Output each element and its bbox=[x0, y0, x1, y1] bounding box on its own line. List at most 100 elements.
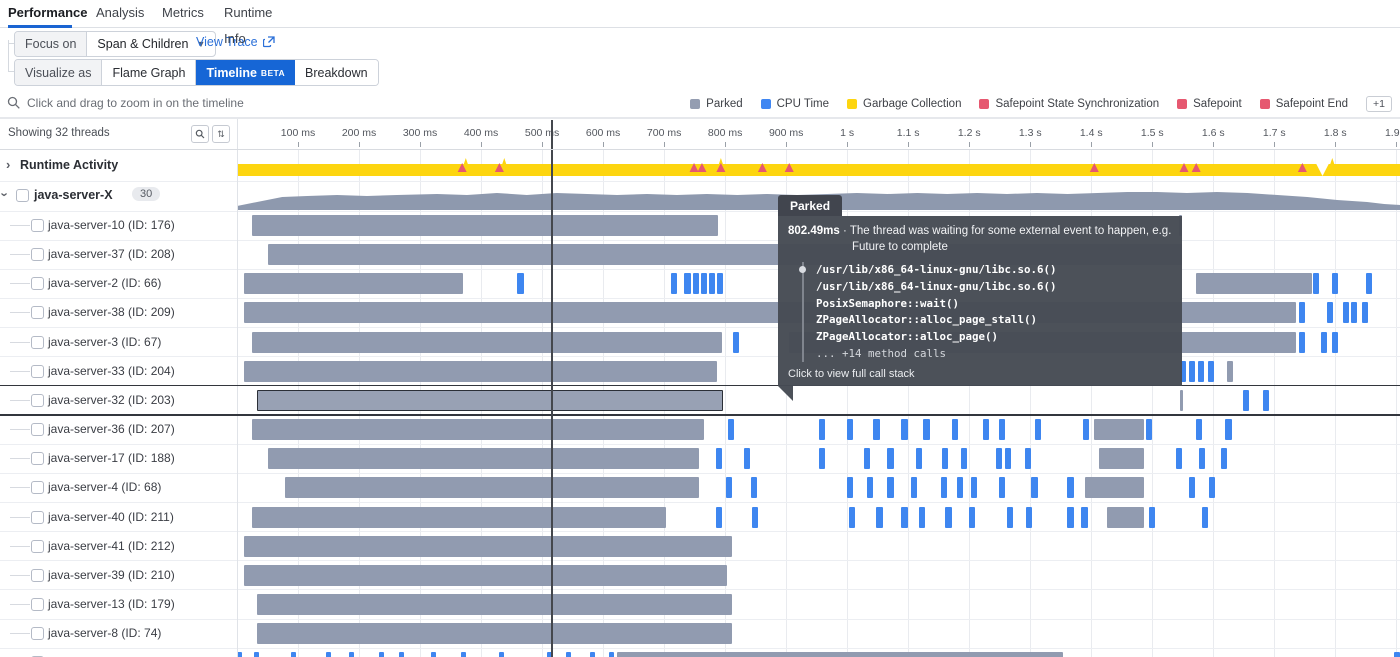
timeline-span[interactable] bbox=[616, 652, 1063, 657]
visualize-flame-graph-button[interactable]: Flame Graph bbox=[102, 60, 197, 85]
timeline-span[interactable] bbox=[252, 331, 723, 353]
thread-checkbox[interactable] bbox=[31, 597, 44, 611]
timeline-span[interactable] bbox=[819, 419, 826, 441]
timeline-span[interactable] bbox=[252, 215, 719, 236]
legend-item-garbage-collection[interactable]: Garbage Collection bbox=[847, 98, 961, 110]
thread-row[interactable]: java-server-41 (ID: 212) bbox=[0, 532, 237, 561]
timeline-span[interactable] bbox=[945, 506, 952, 528]
timeline-span[interactable] bbox=[243, 360, 717, 382]
thread-checkbox[interactable] bbox=[31, 364, 44, 378]
timeline-span[interactable] bbox=[942, 448, 949, 470]
timeline-span[interactable] bbox=[1067, 477, 1074, 499]
timeline-span[interactable] bbox=[708, 273, 715, 295]
timeline-span[interactable] bbox=[728, 419, 735, 441]
timeline-span[interactable] bbox=[1031, 477, 1038, 499]
timeline-span[interactable] bbox=[751, 477, 758, 499]
thread-group-checkbox[interactable] bbox=[16, 189, 29, 202]
timeline-span[interactable] bbox=[847, 477, 854, 499]
thread-group-row[interactable]: › java-server-X 30 bbox=[0, 181, 237, 210]
timeline-span[interactable] bbox=[1365, 273, 1372, 295]
timeline-span[interactable] bbox=[999, 419, 1006, 441]
timeline-span[interactable] bbox=[1207, 360, 1214, 382]
timeline-span[interactable] bbox=[243, 535, 732, 557]
legend-item-safepoint-end[interactable]: Safepoint End bbox=[1259, 98, 1348, 110]
timeline-span[interactable] bbox=[692, 273, 699, 295]
legend-item-safepoint-state-synchronization[interactable]: Safepoint State Synchronization bbox=[979, 98, 1159, 110]
visualize-timeline-button[interactable]: Timeline BETA bbox=[196, 60, 296, 85]
timeline-span[interactable] bbox=[1180, 389, 1184, 411]
timeline-span[interactable] bbox=[1243, 389, 1250, 411]
timeline-span[interactable] bbox=[1332, 273, 1339, 295]
timeline-span[interactable] bbox=[916, 448, 923, 470]
thread-row[interactable]: java-server-13 (ID: 179) bbox=[0, 590, 237, 619]
timeline-span[interactable] bbox=[1199, 448, 1206, 470]
thread-checkbox[interactable] bbox=[31, 481, 44, 495]
thread-row[interactable]: java-server-33 (ID: 204) bbox=[0, 357, 237, 386]
thread-checkbox[interactable] bbox=[31, 510, 44, 524]
thread-checkbox[interactable] bbox=[31, 335, 44, 349]
timeline-span[interactable] bbox=[1361, 302, 1368, 324]
timeline-span[interactable] bbox=[849, 506, 856, 528]
timeline-span[interactable] bbox=[252, 506, 666, 528]
timeline-span[interactable] bbox=[589, 652, 595, 657]
timeline-span[interactable] bbox=[1007, 506, 1014, 528]
timeline-span[interactable] bbox=[1227, 360, 1233, 382]
thread-row[interactable]: java-server-17 (ID: 188) bbox=[0, 444, 237, 473]
timeline-span[interactable] bbox=[609, 652, 615, 657]
legend-item-parked[interactable]: Parked bbox=[690, 98, 743, 110]
timeline-span[interactable] bbox=[254, 652, 259, 657]
timeline-span[interactable] bbox=[1107, 506, 1145, 528]
timeline-span[interactable] bbox=[725, 477, 732, 499]
timeline-span[interactable] bbox=[670, 273, 677, 295]
timeline-span[interactable] bbox=[733, 331, 740, 353]
timeline-span[interactable] bbox=[684, 273, 691, 295]
timeline-span[interactable] bbox=[1025, 448, 1032, 470]
thread-checkbox[interactable] bbox=[31, 393, 44, 407]
timeline-span[interactable] bbox=[961, 448, 968, 470]
timeline-span[interactable] bbox=[1083, 419, 1090, 441]
timeline-span[interactable] bbox=[1312, 273, 1319, 295]
timeline-span[interactable] bbox=[1067, 506, 1074, 528]
timeline-span[interactable] bbox=[867, 477, 874, 499]
timeline-span[interactable] bbox=[951, 419, 958, 441]
timeline-span[interactable] bbox=[1393, 652, 1400, 657]
timeline-span[interactable] bbox=[499, 652, 505, 657]
timeline-span[interactable] bbox=[252, 419, 705, 441]
timeline-span[interactable] bbox=[700, 273, 707, 295]
garbage-collection-band[interactable] bbox=[237, 150, 1400, 181]
timeline-span[interactable] bbox=[1332, 331, 1339, 353]
timeline-span[interactable] bbox=[1326, 302, 1333, 324]
timeline-span[interactable] bbox=[864, 448, 871, 470]
thread-checkbox[interactable] bbox=[31, 452, 44, 466]
thread-row[interactable]: java-server-10 (ID: 176) bbox=[0, 211, 237, 240]
timeline-span[interactable] bbox=[349, 652, 355, 657]
timeline-span[interactable] bbox=[257, 623, 732, 645]
timeline-span[interactable] bbox=[1198, 360, 1205, 382]
timeline-span[interactable] bbox=[285, 477, 699, 499]
timeline-span[interactable] bbox=[1321, 331, 1328, 353]
timeline-span[interactable] bbox=[460, 652, 466, 657]
timeline-span[interactable] bbox=[957, 477, 964, 499]
timeline-span[interactable] bbox=[1202, 506, 1209, 528]
timeline-span[interactable] bbox=[1146, 419, 1153, 441]
timeline-span[interactable] bbox=[751, 506, 759, 528]
thread-sort-button[interactable]: ⇅ bbox=[212, 125, 230, 143]
timeline-span[interactable] bbox=[969, 506, 976, 528]
timeline-span[interactable] bbox=[1221, 448, 1228, 470]
timeline-span[interactable] bbox=[243, 273, 464, 295]
thread-checkbox[interactable] bbox=[31, 539, 44, 553]
timeline-span[interactable] bbox=[819, 448, 826, 470]
thread-row[interactable]: java-server-2 (ID: 66) bbox=[0, 269, 237, 298]
timeline-span[interactable] bbox=[268, 448, 699, 470]
thread-row[interactable]: java-server-32 (ID: 203) bbox=[0, 386, 237, 415]
timeline-span[interactable] bbox=[1298, 302, 1305, 324]
timeline-span[interactable] bbox=[999, 477, 1006, 499]
thread-row[interactable]: java-server-40 (ID: 211) bbox=[0, 503, 237, 532]
timeline-span[interactable] bbox=[431, 652, 436, 657]
thread-checkbox[interactable] bbox=[31, 277, 44, 291]
timeline-span[interactable] bbox=[517, 273, 524, 295]
timeline-span[interactable] bbox=[1298, 331, 1305, 353]
timeline-span[interactable] bbox=[919, 506, 926, 528]
timeline-span[interactable] bbox=[1188, 360, 1195, 382]
timeline-span[interactable] bbox=[887, 477, 894, 499]
